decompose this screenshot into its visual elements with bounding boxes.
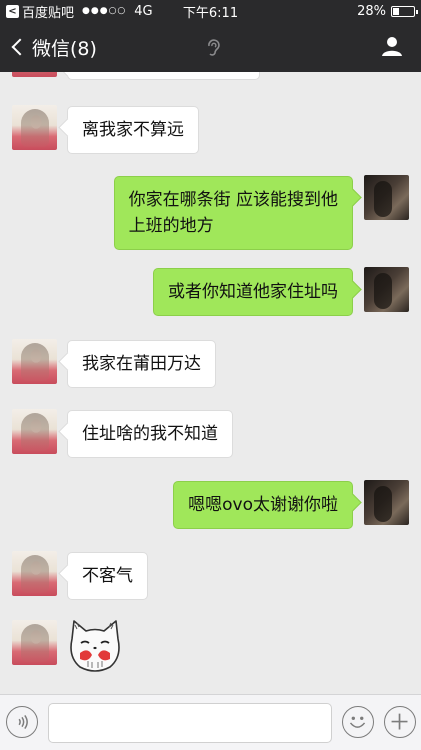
message-bubble-partial <box>67 72 260 80</box>
message-bubble-incoming: 离我家不算远 <box>67 106 199 154</box>
ear-icon <box>208 39 220 56</box>
person-icon[interactable] <box>381 35 403 57</box>
chat-area[interactable]: 离我家不算远 你家在哪条街 应该能搜到他 上班的地方 或者你知道他家住址吗 我家… <box>0 72 421 694</box>
back-to-app[interactable]: < 百度贴吧 <box>6 2 74 21</box>
battery-icon <box>391 5 418 17</box>
chevron-left-icon <box>11 38 29 56</box>
message-bubble-incoming: 我家在莆田万达 <box>67 340 216 388</box>
battery-fill <box>393 7 399 15</box>
message-bubble-incoming: 住址啥的我不知道 <box>67 410 233 458</box>
contact-avatar[interactable] <box>12 105 57 150</box>
back-app-icon: < <box>6 4 19 18</box>
input-bar <box>0 694 421 750</box>
contact-avatar[interactable] <box>12 339 57 384</box>
message-input[interactable] <box>48 703 332 743</box>
battery-percent: 28% <box>357 3 386 19</box>
my-avatar[interactable] <box>364 267 409 312</box>
contact-avatar[interactable] <box>12 551 57 596</box>
message-bubble-outgoing: 你家在哪条街 应该能搜到他 上班的地方 <box>113 176 353 250</box>
back-app-label: 百度贴吧 <box>22 5 75 21</box>
plus-icon[interactable] <box>384 706 416 738</box>
voice-icon[interactable] <box>6 706 38 738</box>
back-button[interactable]: 微信(8) <box>0 34 97 61</box>
contact-avatar[interactable] <box>12 72 57 77</box>
contact-avatar[interactable] <box>12 620 57 665</box>
status-bar: < 百度贴吧 ●●●○○ 4G 下午6:11 28% <box>0 0 421 22</box>
nav-bar: 微信(8) <box>0 22 421 72</box>
message-bubble-outgoing: 嗯嗯ovo太谢谢你啦 <box>173 481 353 529</box>
message-bubble-incoming: 不客气 <box>67 552 148 600</box>
my-avatar[interactable] <box>364 175 409 220</box>
cat-sticker[interactable] <box>66 617 124 675</box>
network-type: 4G <box>134 3 153 19</box>
back-label: 微信(8) <box>32 37 97 60</box>
contact-avatar[interactable] <box>12 409 57 454</box>
signal-strength: ●●●○○ <box>82 6 127 16</box>
my-avatar[interactable] <box>364 480 409 525</box>
message-bubble-outgoing: 或者你知道他家住址吗 <box>153 268 353 316</box>
emoji-icon[interactable] <box>342 706 374 738</box>
